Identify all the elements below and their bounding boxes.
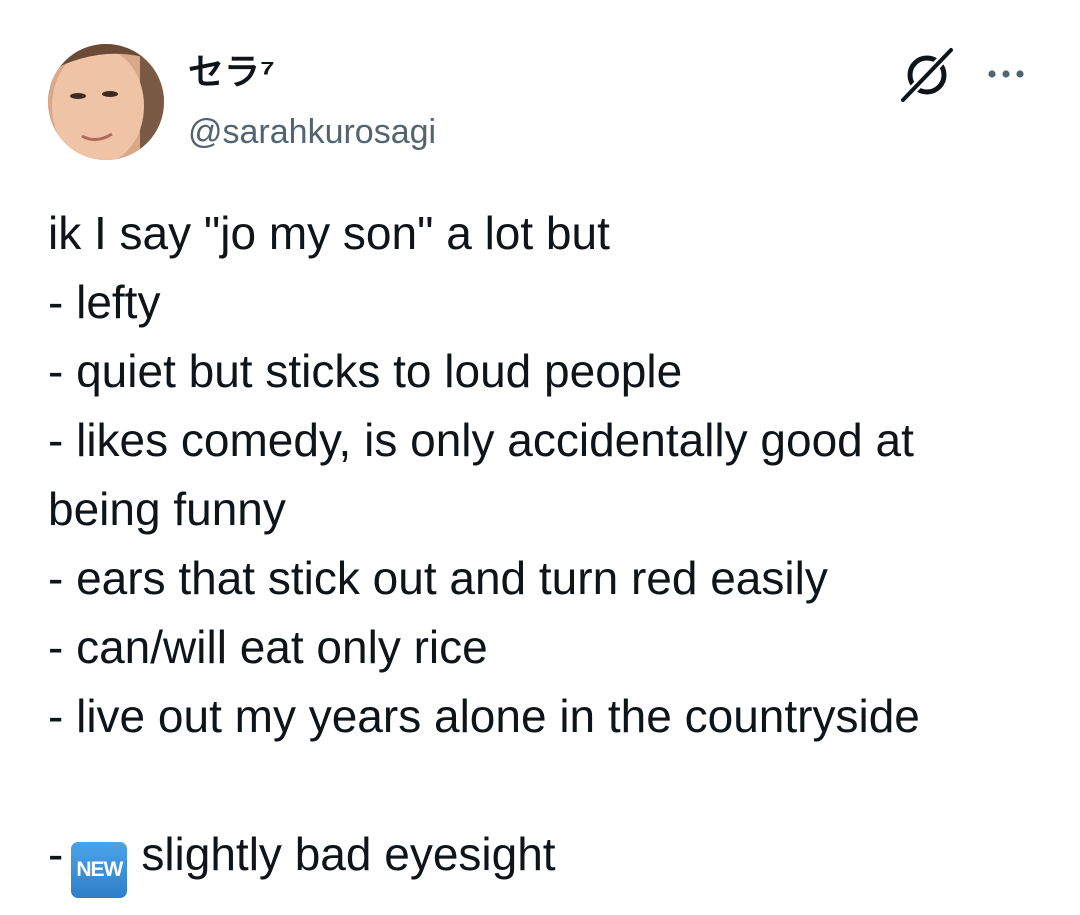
- more-icon[interactable]: [984, 56, 1028, 92]
- final-item-text: slightly bad eyesight: [141, 828, 556, 880]
- tweet-line-final: - NEW slightly bad eyesight: [48, 820, 1058, 898]
- tweet-line: - ears that stick out and turn red easil…: [48, 552, 828, 604]
- new-badge-icon: NEW: [71, 842, 128, 898]
- tweet-line: being funny: [48, 483, 286, 535]
- tweet-line: - can/will eat only rice: [48, 621, 488, 673]
- avatar[interactable]: [48, 44, 164, 160]
- tweet-line: - likes comedy, is only accidentally goo…: [48, 414, 914, 466]
- tweet-line: ik I say "jo my son" a lot but: [48, 207, 610, 259]
- grok-icon[interactable]: [898, 45, 956, 105]
- author-display-name[interactable]: セラ⁷: [188, 50, 275, 94]
- tweet-line: - lefty: [48, 276, 161, 328]
- tweet-text: ik I say "jo my son" a lot but - lefty -…: [48, 199, 1058, 898]
- dash-prefix: -: [48, 828, 64, 880]
- tweet-line: - quiet but sticks to loud people: [48, 345, 683, 397]
- tweet-line: - live out my years alone in the country…: [48, 690, 920, 742]
- author-handle[interactable]: @sarahkurosagi: [188, 110, 436, 154]
- tweet-card: セラ⁷ @sarahkurosagi ik I say "jo my son" …: [0, 0, 1080, 915]
